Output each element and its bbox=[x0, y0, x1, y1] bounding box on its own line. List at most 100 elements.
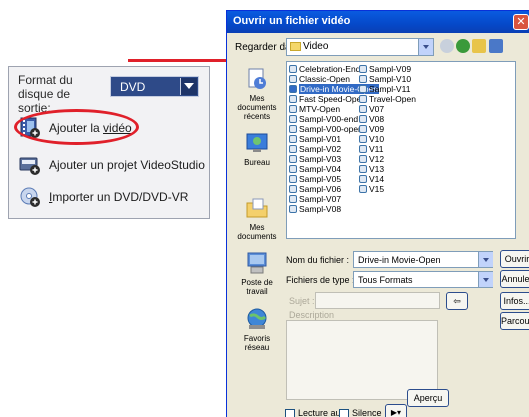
subject-label: Sujet : bbox=[289, 296, 315, 306]
file-list-item[interactable]: V15 bbox=[359, 184, 416, 194]
dialog-titlebar[interactable]: Ouvrir un fichier vidéo ✕ bbox=[227, 11, 529, 33]
file-name: Sampl-V00-end bbox=[299, 114, 359, 124]
file-name: V07 bbox=[369, 104, 385, 114]
back-icon[interactable] bbox=[440, 39, 454, 53]
video-file-icon bbox=[289, 75, 297, 83]
browse-button[interactable]: Parcourir... bbox=[500, 312, 529, 330]
place-my-documents[interactable]: Mes documents bbox=[231, 196, 283, 241]
place-network[interactable]: Favoris réseau bbox=[231, 307, 283, 352]
video-file-icon bbox=[289, 125, 297, 133]
file-name: V14 bbox=[369, 174, 385, 184]
file-name: V11 bbox=[369, 144, 384, 154]
close-icon[interactable]: ✕ bbox=[513, 14, 529, 30]
disc-import-icon bbox=[19, 186, 41, 208]
look-in-value: Video bbox=[303, 41, 329, 52]
file-list-item[interactable]: V09 bbox=[359, 124, 416, 134]
file-name: V10 bbox=[369, 134, 385, 144]
file-list-item[interactable]: V11 bbox=[359, 144, 416, 154]
file-list-item[interactable]: Sampl-V09 bbox=[359, 64, 416, 74]
file-name: Sampl-V10 bbox=[369, 74, 412, 84]
chevron-down-icon[interactable] bbox=[418, 39, 433, 55]
place-recent[interactable]: Mes documents récents bbox=[231, 67, 283, 121]
my-documents-icon bbox=[245, 196, 269, 220]
look-in-dropdown[interactable]: Video bbox=[286, 38, 434, 56]
video-file-icon bbox=[289, 95, 297, 103]
video-file-icon bbox=[359, 165, 367, 173]
video-file-icon bbox=[289, 135, 297, 143]
file-name: Sampl-V01 bbox=[299, 134, 342, 144]
file-name: Sampl-V03 bbox=[299, 154, 342, 164]
file-list-item[interactable]: Travel-Open bbox=[359, 94, 416, 104]
file-list-item[interactable]: V07 bbox=[359, 104, 416, 114]
file-list-item[interactable]: V10 bbox=[359, 134, 416, 144]
file-list-item[interactable]: V08 bbox=[359, 114, 416, 124]
file-name: V09 bbox=[369, 124, 385, 134]
chevron-down-icon[interactable] bbox=[478, 252, 493, 267]
file-name: Sampl-V07 bbox=[299, 194, 342, 204]
file-name: Travel-Open bbox=[369, 94, 416, 104]
play-icon[interactable]: ▶▾ bbox=[385, 404, 407, 417]
format-dropdown[interactable]: DVD bbox=[110, 76, 199, 97]
video-file-icon bbox=[289, 185, 297, 193]
info-button[interactable]: Infos... bbox=[500, 292, 529, 310]
highlight-ellipse bbox=[14, 109, 139, 145]
format-value: DVD bbox=[120, 80, 146, 94]
video-file-icon bbox=[289, 155, 297, 163]
disc-output-panel: Format du disque de sortie: DVD Ajouter … bbox=[8, 66, 210, 219]
video-file-icon bbox=[359, 175, 367, 183]
video-file-icon bbox=[359, 155, 367, 163]
autoplay-checkbox[interactable] bbox=[285, 409, 295, 417]
arrow-left-icon[interactable]: ⇦ bbox=[446, 292, 468, 310]
recent-documents-icon bbox=[245, 67, 269, 91]
video-file-icon bbox=[289, 145, 297, 153]
place-my-computer[interactable]: Poste de travail bbox=[231, 251, 283, 296]
video-file-icon bbox=[359, 65, 367, 73]
add-project-label: Ajouter un projet VideoStudio bbox=[49, 158, 205, 172]
video-file-icon bbox=[289, 175, 297, 183]
file-list-item[interactable]: Sampl-V11 bbox=[359, 84, 416, 94]
filetype-label: Fichiers de type : bbox=[286, 275, 355, 285]
desktop-icon bbox=[245, 131, 269, 155]
view-menu-icon[interactable] bbox=[489, 39, 503, 53]
filetype-dropdown[interactable]: Tous Formats bbox=[353, 271, 493, 288]
place-desktop[interactable]: Bureau bbox=[231, 131, 283, 167]
network-places-icon bbox=[245, 307, 269, 331]
file-list-item[interactable]: Sampl-V10 bbox=[359, 74, 416, 84]
chevron-down-icon[interactable] bbox=[478, 272, 493, 287]
video-file-icon bbox=[359, 115, 367, 123]
file-name: V15 bbox=[369, 184, 385, 194]
file-list-item[interactable]: V14 bbox=[359, 174, 416, 184]
filename-label: Nom du fichier : bbox=[286, 255, 350, 265]
up-folder-icon[interactable] bbox=[456, 39, 470, 53]
file-name: V08 bbox=[369, 114, 385, 124]
import-dvd-button[interactable]: Importer un DVD/DVD-VR bbox=[19, 185, 188, 209]
file-list-item[interactable]: V13 bbox=[359, 164, 416, 174]
preview-button[interactable]: Aperçu bbox=[407, 389, 449, 407]
places-bar: Mes documents récents Bureau Mes documen… bbox=[231, 61, 283, 416]
file-list-item[interactable]: V12 bbox=[359, 154, 416, 164]
open-button[interactable]: Ouvrir bbox=[500, 250, 529, 268]
file-name: Classic-Open bbox=[299, 74, 351, 84]
file-list-item[interactable]: Sampl-V07 bbox=[289, 194, 379, 204]
file-list[interactable]: Celebration-End Classic-Open Drive-in Movi… bbox=[286, 61, 516, 239]
video-file-icon bbox=[359, 185, 367, 193]
file-name: Fast Speed-Open bbox=[299, 94, 367, 104]
filename-input[interactable]: Drive-in Movie-Open bbox=[353, 251, 493, 268]
file-name: Sampl-V09 bbox=[369, 64, 412, 74]
file-name: Celebration-End bbox=[299, 64, 361, 74]
mute-checkbox[interactable] bbox=[339, 409, 349, 417]
cancel-button[interactable]: Annuler bbox=[500, 270, 529, 288]
video-file-icon bbox=[359, 95, 367, 103]
chevron-down-icon[interactable] bbox=[180, 78, 197, 95]
video-file-icon bbox=[289, 85, 297, 93]
new-folder-icon[interactable] bbox=[472, 39, 486, 53]
file-name: Sampl-V08 bbox=[299, 204, 342, 214]
file-name: V13 bbox=[369, 164, 385, 174]
video-file-icon bbox=[289, 165, 297, 173]
file-name: V12 bbox=[369, 154, 385, 164]
file-list-item[interactable]: Sampl-V08 bbox=[289, 204, 379, 214]
description-box bbox=[286, 320, 438, 400]
video-file-icon bbox=[359, 145, 367, 153]
add-videostudio-project-button[interactable]: Ajouter un projet VideoStudio bbox=[19, 153, 205, 177]
video-file-icon bbox=[359, 75, 367, 83]
